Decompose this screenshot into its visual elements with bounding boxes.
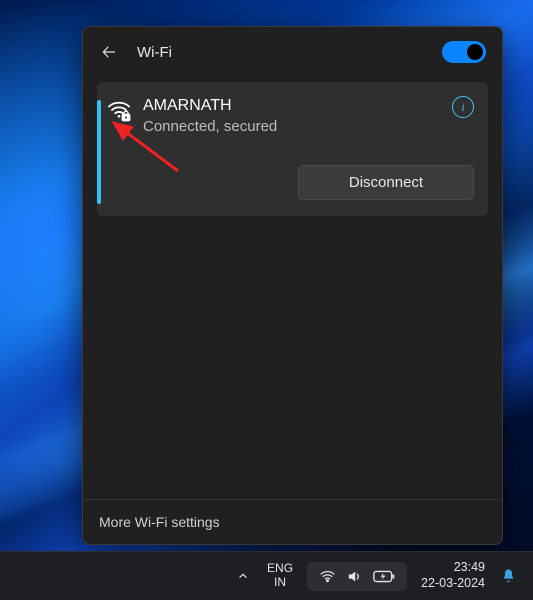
wifi-secured-icon [107,98,131,122]
battery-icon [373,569,395,584]
back-button[interactable] [95,38,123,66]
tray-overflow-button[interactable] [227,560,259,592]
lang-code: ENG [267,562,293,576]
wifi-flyout-panel: Wi-Fi AMARNATH Connected, secured [82,26,503,545]
wifi-icon [319,568,336,585]
clock-date[interactable]: 23:49 22-03-2024 [413,560,493,591]
network-name: AMARNATH [143,96,440,117]
system-tray-group[interactable] [307,562,407,591]
clock-date-text: 22-03-2024 [421,576,485,592]
lang-region: IN [274,576,286,590]
network-card[interactable]: AMARNATH Connected, secured i Disconnect [97,82,488,216]
bell-icon [500,568,517,585]
volume-icon [346,568,363,585]
clock-time: 23:49 [454,560,485,576]
network-info-button[interactable]: i [452,96,474,118]
disconnect-button[interactable]: Disconnect [298,165,474,200]
back-arrow-icon [100,43,118,61]
notifications-button[interactable] [493,561,523,591]
selection-accent [97,100,101,204]
taskbar: ENG IN 23:49 22-03-2024 [0,551,533,600]
more-wifi-settings-link[interactable]: More Wi-Fi settings [83,499,502,544]
network-status: Connected, secured [143,117,440,137]
wifi-toggle[interactable] [442,41,486,63]
panel-title: Wi-Fi [137,44,428,61]
panel-header: Wi-Fi [83,27,502,76]
chevron-up-icon [236,569,250,583]
language-switcher[interactable]: ENG IN [259,562,301,590]
